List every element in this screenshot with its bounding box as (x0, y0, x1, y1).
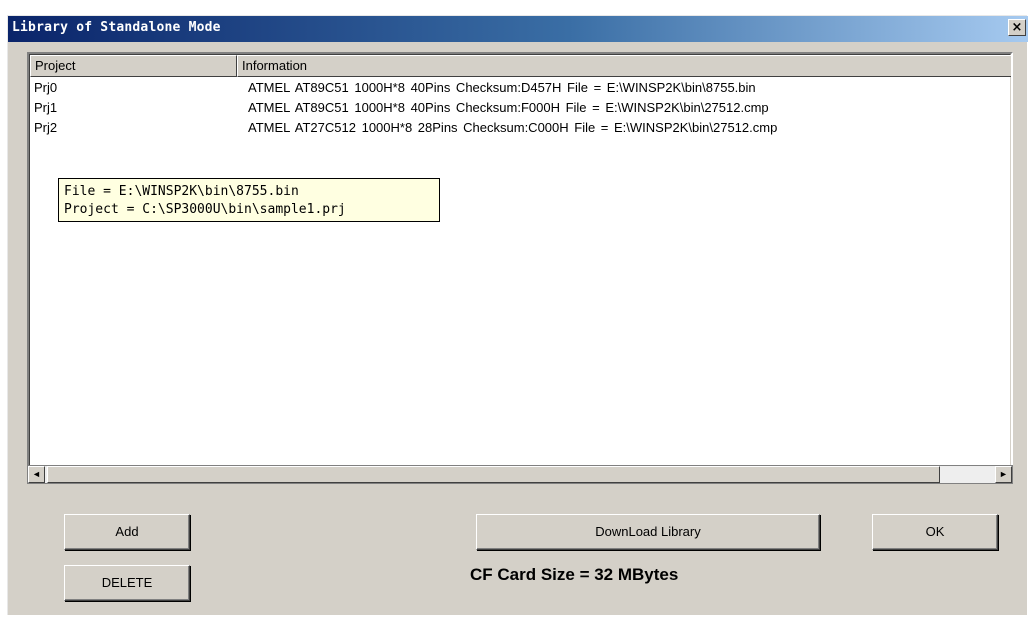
project-list[interactable]: Project Information Prj0 ATMEL AT89C51 1… (27, 52, 1013, 484)
horizontal-scrollbar[interactable]: ◄ ► (27, 465, 1013, 484)
window-title: Library of Standalone Mode (12, 20, 221, 35)
delete-button[interactable]: DELETE (64, 565, 190, 601)
title-bar: Library of Standalone Mode × (8, 16, 1028, 42)
column-header-project[interactable]: Project (30, 55, 237, 77)
file-tooltip: File = E:\WINSP2K\bin\8755.bin Project =… (58, 178, 440, 222)
row-information: ATMEL AT89C51 1000H*8 40Pins Checksum:F0… (248, 100, 769, 115)
row-information: ATMEL AT27C512 1000H*8 28Pins Checksum:C… (248, 120, 778, 135)
tooltip-project-line: Project = C:\SP3000U\bin\sample1.prj (64, 202, 346, 217)
list-header: Project Information (30, 55, 1011, 77)
list-row[interactable]: Prj2 ATMEL AT27C512 1000H*8 28Pins Check… (31, 118, 1011, 138)
row-project: Prj0 (34, 80, 58, 95)
list-rows: Prj0 ATMEL AT89C51 1000H*8 40Pins Checks… (31, 78, 1011, 138)
close-button[interactable]: × (1008, 19, 1026, 36)
ok-button[interactable]: OK (872, 514, 998, 550)
row-information: ATMEL AT89C51 1000H*8 40Pins Checksum:D4… (248, 80, 756, 95)
list-row[interactable]: Prj0 ATMEL AT89C51 1000H*8 40Pins Checks… (31, 78, 1011, 98)
scroll-right-button[interactable]: ► (995, 466, 1012, 483)
add-button[interactable]: Add (64, 514, 190, 550)
list-row[interactable]: Prj1 ATMEL AT89C51 1000H*8 40Pins Checks… (31, 98, 1011, 118)
tooltip-file-line: File = E:\WINSP2K\bin\8755.bin (64, 184, 299, 199)
download-library-button[interactable]: DownLoad Library (476, 514, 820, 550)
cf-card-size-label: CF Card Size = 32 MBytes (470, 565, 679, 584)
scroll-left-button[interactable]: ◄ (28, 466, 45, 483)
scroll-thumb[interactable] (47, 466, 940, 483)
column-header-information[interactable]: Information (237, 55, 1011, 77)
row-project: Prj1 (34, 100, 58, 115)
row-project: Prj2 (34, 120, 58, 135)
